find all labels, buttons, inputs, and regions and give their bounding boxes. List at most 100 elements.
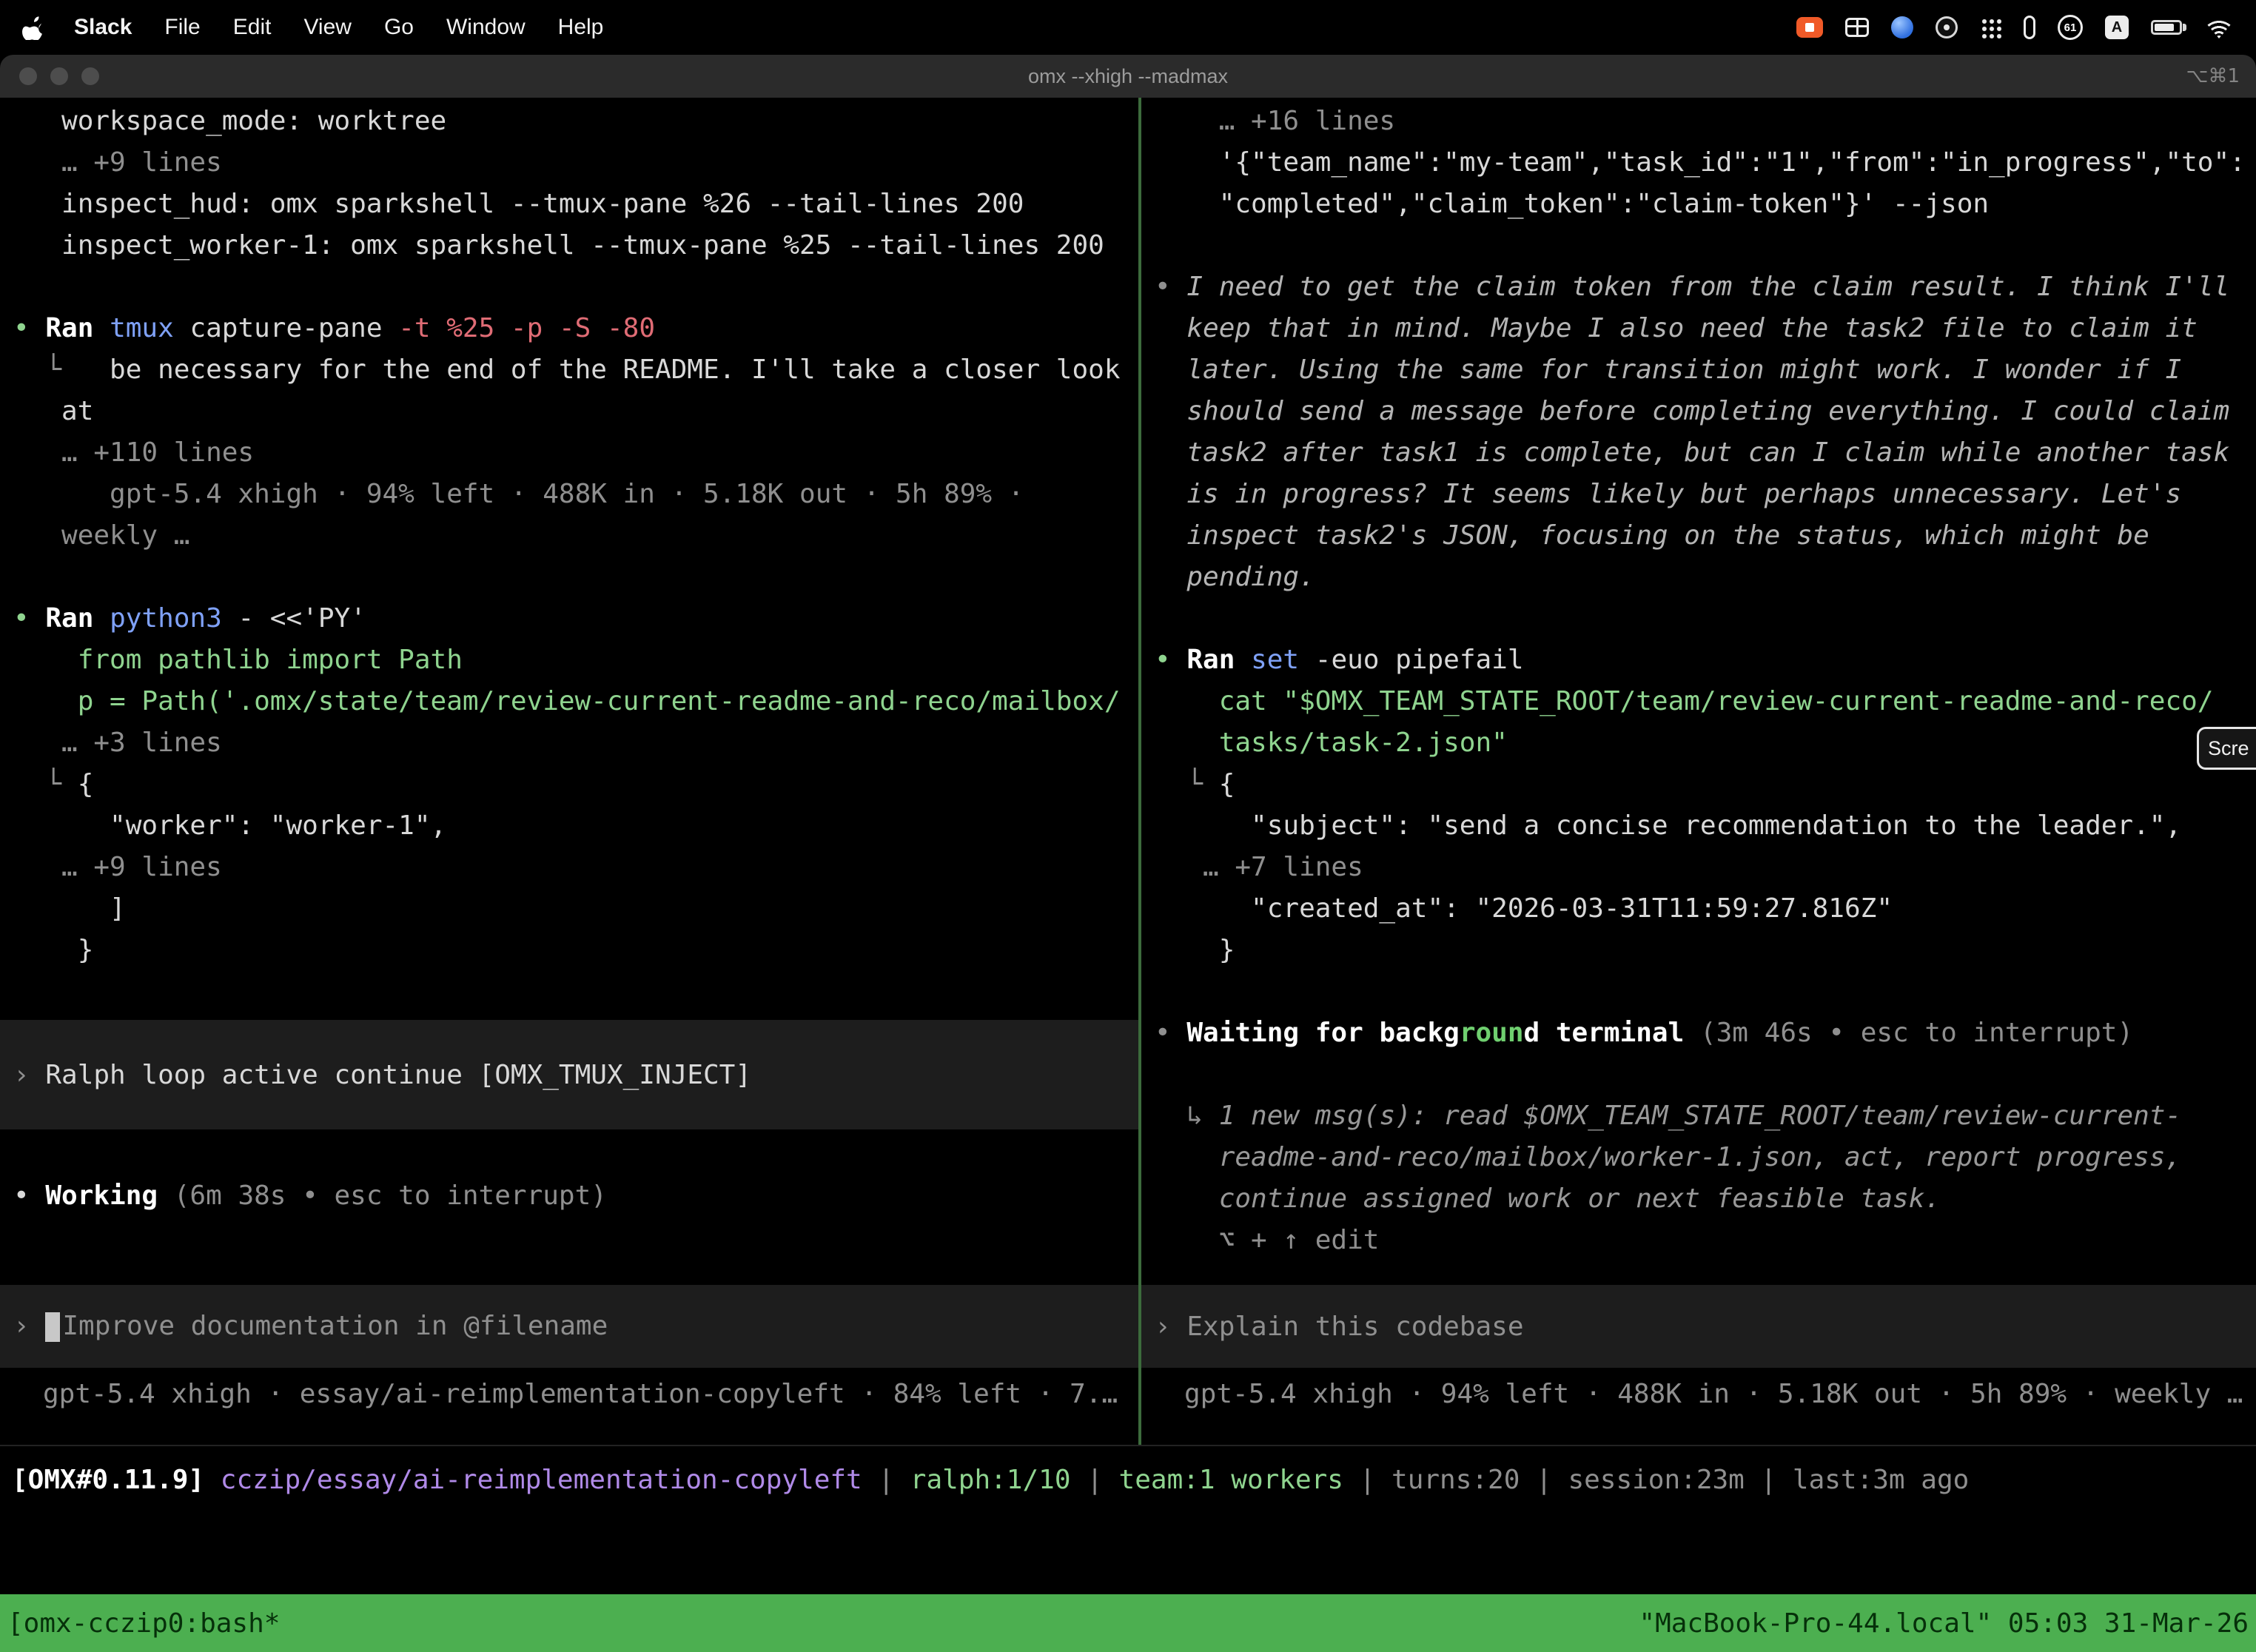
text-run: "created_at": "2026-03-31T11:59:27.816Z" [1155, 893, 1893, 924]
window-title-bar[interactable]: omx --xhigh --madmax ⌥⌘1 [0, 55, 2256, 98]
terminal-line: … +7 lines [1141, 847, 2256, 888]
text-run: at [13, 396, 93, 426]
right-prompt-input[interactable]: › Explain this codebase [1141, 1285, 2256, 1368]
dark-circle-app-icon[interactable] [1936, 16, 1958, 38]
text-run: later. Using the same for transition mig… [1155, 355, 2181, 385]
menu-bar: Slack File Edit View Go Window Help 61 A [0, 0, 2256, 55]
text-run: Ran [45, 603, 110, 634]
window-shortcut: ⌥⌘1 [2186, 65, 2240, 87]
minimize-button[interactable] [50, 67, 68, 85]
dots-grid-icon[interactable] [1980, 17, 2001, 38]
menu-help[interactable]: Help [558, 15, 604, 40]
terminal-line [0, 266, 1138, 308]
omx-hud-line: [OMX#0.11.9] cczip/essay/ai-reimplementa… [0, 1460, 2256, 1501]
apple-menu[interactable] [22, 15, 44, 40]
terminal-line: inspect_worker-1: omx sparkshell --tmux-… [0, 225, 1138, 266]
tmux-status-right: "MacBook-Pro-44.local" 05:03 31-Mar-26 [1639, 1608, 2249, 1639]
text-run: readme-and-reco/mailbox/worker-1.json, a… [1155, 1142, 2181, 1172]
text-run: Ralph loop active continue [OMX_TMUX_INJ… [45, 1060, 751, 1090]
terminal-line: later. Using the same for transition mig… [1141, 349, 2256, 391]
text-run: | [1071, 1465, 1119, 1495]
cursor-block [45, 1312, 60, 1342]
wifi-icon[interactable] [2204, 16, 2234, 38]
text-run: [OMX#0.11.9] [12, 1465, 204, 1495]
text-run: continue assigned work or next feasible … [1155, 1183, 1941, 1214]
text-run: "completed","claim_token":"claim-token"}… [1155, 189, 1989, 219]
ralph-status-line: › Ralph loop active continue [OMX_TMUX_I… [0, 1060, 1138, 1090]
terminal-line [1141, 1054, 2256, 1095]
terminal-line: … +110 lines [0, 432, 1138, 474]
text-run: cczip/essay/ai-reimplementation-copyleft [221, 1465, 862, 1495]
text-run: session:23m [1568, 1465, 1744, 1495]
menu-list: File Edit View Go Window Help [164, 15, 603, 40]
terminal-line: • Ran python3 - <<'PY' [0, 598, 1138, 639]
text-run: is in progress? It seems likely but perh… [1155, 479, 2181, 509]
figure-icon[interactable] [2024, 16, 2035, 39]
menu-view[interactable]: View [303, 15, 351, 40]
text-run: • [1155, 1018, 1186, 1048]
right-pane-lines: … +16 lines '{"team_name":"my-team","tas… [1141, 101, 2256, 1261]
terminal-line: inspect task2's JSON, focusing on the st… [1141, 515, 2256, 557]
close-button[interactable] [19, 67, 37, 85]
screen-recording-stop-icon[interactable] [1796, 17, 1823, 38]
window-grid-icon[interactable] [1845, 18, 1869, 37]
terminal-line: └ { [1141, 764, 2256, 805]
traffic-lights [19, 67, 99, 85]
screen-edge-overlay[interactable]: Scre [2197, 727, 2256, 770]
ralph-status-band: › Ralph loop active continue [OMX_TMUX_I… [0, 1020, 1138, 1129]
terminal-line: ] [0, 888, 1138, 930]
screen-edge-overlay-label: Scre [2208, 737, 2249, 760]
text-run: Ran [1186, 645, 1251, 675]
text-run: (3m 46s • esc to interrupt) [1684, 1018, 2133, 1048]
right-pane[interactable]: … +16 lines '{"team_name":"my-team","tas… [1141, 98, 2256, 1445]
terminal-line: from pathlib import Path [0, 639, 1138, 681]
battery-icon[interactable] [2151, 20, 2182, 35]
text-run: team:1 workers [1119, 1465, 1343, 1495]
terminal-line: weekly … [0, 515, 1138, 557]
left-prompt-line: › Improve documentation in @filename [0, 1311, 1138, 1342]
text-run: workspace_mode: worktree [13, 106, 446, 136]
left-prompt-input[interactable]: › Improve documentation in @filename [0, 1285, 1138, 1368]
left-pane-status: gpt-5.4 xhigh · essay/ai-reimplementatio… [43, 1374, 1138, 1415]
text-run: … +9 lines [13, 147, 222, 178]
percent-badge-icon[interactable]: 61 [2058, 15, 2083, 40]
terminal-line: "completed","claim_token":"claim-token"}… [1141, 184, 2256, 225]
terminal-region: workspace_mode: worktree … +9 lines insp… [0, 98, 2256, 1446]
text-run: • [13, 603, 45, 634]
menu-file[interactable]: File [164, 15, 200, 40]
blue-app-icon[interactable] [1891, 16, 1913, 38]
terminal-line: ⌥ + ↑ edit [1141, 1220, 2256, 1261]
zoom-button[interactable] [81, 67, 99, 85]
input-source-icon[interactable]: A [2105, 16, 2129, 39]
text-run: keep that in mind. Maybe I also need the… [1155, 313, 2198, 343]
left-pane[interactable]: workspace_mode: worktree … +9 lines insp… [0, 98, 1138, 1445]
text-run: • [13, 313, 45, 343]
terminal-line: gpt-5.4 xhigh · 94% left · 488K in · 5.1… [0, 474, 1138, 515]
text-run: -t %25 -p -S -80 [383, 313, 655, 343]
text-run: gpt-5.4 xhigh · 94% left · 488K in · 5.1… [13, 479, 1024, 509]
text-run: › [13, 1060, 45, 1090]
terminal-line: keep that in mind. Maybe I also need the… [1141, 308, 2256, 349]
text-run: '{"team_name":"my-team","task_id":"1","f… [1155, 147, 2246, 178]
text-run: └ [1155, 769, 1219, 799]
text-run: • [1155, 272, 1186, 302]
terminal-line: readme-and-reco/mailbox/worker-1.json, a… [1141, 1137, 2256, 1178]
text-run: tasks/task-2.json" [1155, 728, 1508, 758]
text-run: - <<'PY' [222, 603, 366, 634]
text-run: • [13, 1181, 45, 1211]
right-pane-status: gpt-5.4 xhigh · 94% left · 488K in · 5.1… [1184, 1374, 2256, 1415]
text-run: { [78, 769, 94, 799]
terminal-line: … +9 lines [0, 847, 1138, 888]
text-run: last:3m ago [1793, 1465, 1969, 1495]
app-menu-slack[interactable]: Slack [74, 15, 132, 40]
text-run: { [1219, 769, 1235, 799]
text-run: } [13, 935, 93, 965]
menu-edit[interactable]: Edit [233, 15, 272, 40]
text-run: | [1343, 1465, 1391, 1495]
text-run: ralph:1/10 [910, 1465, 1071, 1495]
text-run: roun [1460, 1018, 1524, 1048]
menu-go[interactable]: Go [384, 15, 414, 40]
text-run: Improve documentation in @filename [62, 1311, 608, 1341]
menu-window[interactable]: Window [446, 15, 526, 40]
terminal-line: … +3 lines [0, 722, 1138, 764]
